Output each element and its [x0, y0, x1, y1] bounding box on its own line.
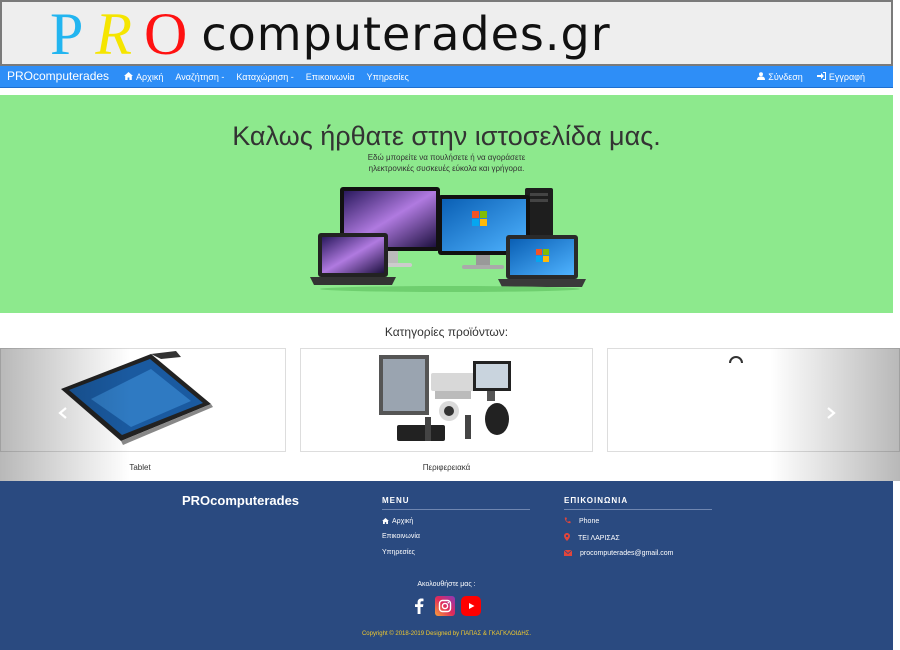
nav-services[interactable]: Υπηρεσίες	[367, 72, 409, 82]
categories-title: Κατηγορίες προϊόντων:	[384, 325, 509, 339]
footer-contact-phone-label: Phone	[579, 518, 600, 525]
category-card-peripherals[interactable]	[300, 348, 593, 452]
facebook-icon[interactable]	[409, 596, 429, 616]
navbar-brand[interactable]: PROcomputerades	[7, 69, 109, 83]
footer-contact-divider	[564, 509, 712, 510]
register-label: Εγγραφή	[828, 72, 865, 82]
nav-home-label: Αρχική	[136, 72, 164, 82]
instagram-icon[interactable]	[435, 596, 455, 616]
logo-domain: computerades.gr	[201, 7, 611, 61]
login-link[interactable]: Σύνδεση	[757, 72, 803, 82]
hero-subtitle-line2: ηλεκτρονικές συσκευές εύκολα και γρήγορα…	[368, 164, 525, 173]
footer-contact-phone[interactable]: Phone	[564, 517, 599, 526]
nav-links: Αρχική Αναζήτηση - Καταχώρηση - Επικοινω…	[124, 66, 421, 88]
footer-contact-email[interactable]: procomputerades@gmail.com	[563, 549, 674, 558]
hero-section: Καλως ήρθατε στην ιστοσελίδα μας. Εδώ μπ…	[0, 95, 893, 313]
nav-home[interactable]: Αρχική	[124, 72, 163, 82]
hero-title: Καλως ήρθατε στην ιστοσελίδα μας.	[232, 121, 661, 151]
footer-contact-address-label: ΤΕΙ ΛΑΡΙΣΑΣ	[578, 534, 620, 542]
youtube-icon[interactable]	[461, 596, 481, 616]
peripherals-image	[379, 355, 511, 441]
sign-in-icon	[816, 72, 826, 82]
login-label: Σύνδεση	[768, 72, 803, 82]
footer-menu-services[interactable]: Υπηρεσίες	[382, 549, 415, 556]
footer: PROcomputerades MENU Αρχική Επικοινωνία …	[0, 481, 893, 650]
envelope-icon	[563, 549, 573, 558]
footer-contact-address: ΤΕΙ ΛΑΡΙΣΑΣ	[564, 533, 620, 543]
devices-image	[310, 187, 586, 292]
footer-brand: PROcomputerades	[182, 493, 300, 508]
nav-auth: Σύνδεση Εγγραφή	[743, 66, 865, 88]
chevron-left-icon[interactable]	[56, 406, 70, 422]
footer-menu-divider	[382, 509, 530, 510]
nav-search-dropdown[interactable]: Αναζήτηση -	[175, 72, 224, 82]
follow-us-label: Ακολουθήστε μας :	[417, 581, 476, 588]
navbar: PROcomputerades Αρχική Αναζήτηση - Καταχ…	[0, 66, 893, 88]
hero-subtitle-line1: Εδώ μπορείτε να πουλήσετε ή να αγοράσετε	[367, 153, 526, 162]
category-label-peripherals[interactable]: Περιφερειακά	[300, 463, 593, 472]
phone-icon	[564, 517, 571, 526]
category-carousel[interactable]: Tablet Περιφερειακά	[0, 348, 900, 481]
map-marker-icon	[564, 533, 570, 543]
social-links	[409, 596, 487, 616]
home-icon	[124, 72, 133, 82]
footer-contact-heading: ΕΠΙΚΟΙΝΩΝΙΑ	[564, 496, 629, 505]
footer-menu-home-label: Αρχική	[392, 518, 414, 525]
logo-letter-p: P	[50, 1, 84, 67]
copyright-text: Copyright © 2018-2019 Designed by ΠΑΠΑΣ …	[361, 631, 532, 637]
footer-menu-contact[interactable]: Επικοινωνία	[382, 533, 420, 540]
logo-banner[interactable]: P R Ocomputerades.gr	[0, 0, 893, 66]
nav-listing-dropdown[interactable]: Καταχώρηση -	[236, 72, 293, 82]
logo-letter-o: O	[144, 1, 188, 67]
chevron-right-icon[interactable]	[824, 406, 838, 422]
nav-contact[interactable]: Επικοινωνία	[306, 72, 355, 82]
footer-menu-heading: MENU	[382, 496, 410, 505]
footer-menu-home[interactable]: Αρχική	[382, 517, 413, 526]
footer-contact-email-label: procomputerades@gmail.com	[580, 550, 674, 557]
register-link[interactable]: Εγγραφή	[816, 72, 865, 82]
logo-letter-r: R	[95, 1, 133, 67]
user-icon	[757, 72, 766, 82]
home-icon	[382, 517, 389, 526]
page: P R Ocomputerades.gr PROcomputerades Αρχικ…	[0, 0, 900, 650]
